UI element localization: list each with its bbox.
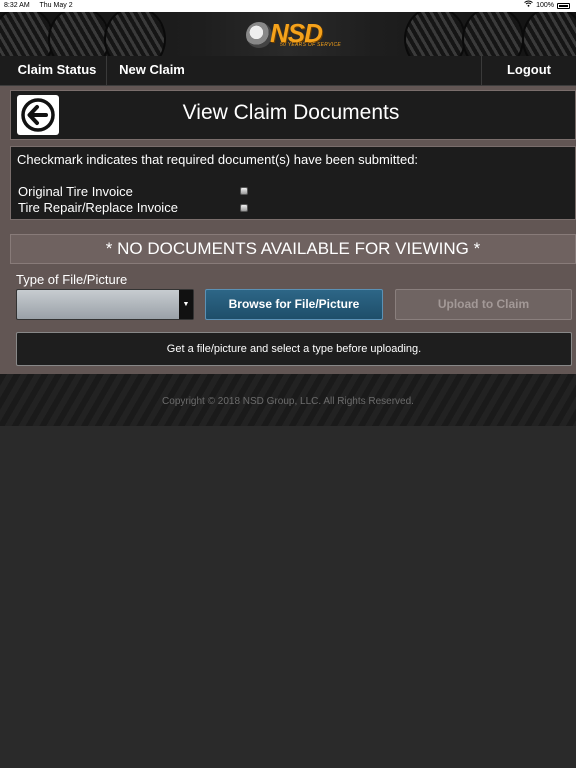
logo-tagline: 50 YEARS OF SERVICE [280, 42, 342, 48]
requirements-heading: Checkmark indicates that required docume… [17, 152, 419, 167]
claim-documents-panel: View Claim Documents Checkmark indicates… [0, 86, 576, 374]
tire-graphic [104, 12, 166, 56]
nav-new-claim[interactable]: New Claim [110, 56, 194, 85]
tire-graphic [404, 12, 466, 56]
top-nav: Claim Status New Claim Logout [0, 56, 576, 86]
status-time: 8:32 AM [4, 2, 30, 9]
nsd-logo: NSD 50 YEARS OF SERVICE [246, 18, 342, 50]
no-documents-banner: * NO DOCUMENTS AVAILABLE FOR VIEWING * [10, 234, 576, 264]
header-banner: NSD 50 YEARS OF SERVICE [0, 12, 576, 56]
browse-file-button[interactable]: Browse for File/Picture [205, 289, 383, 320]
page-title: View Claim Documents [182, 101, 400, 124]
wifi-icon [524, 0, 533, 12]
dropdown-arrow-icon: ▼ [179, 290, 193, 319]
submitted-checkbox [240, 204, 248, 212]
tire-graphic [48, 12, 110, 56]
file-type-label: Type of File/Picture [16, 272, 128, 287]
arrow-left-circle-icon [21, 98, 55, 132]
required-document-label: Tire Repair/Replace Invoice [18, 200, 178, 215]
required-documents-box: Checkmark indicates that required docume… [10, 146, 576, 220]
battery-icon [557, 3, 570, 9]
upload-to-claim-button[interactable]: Upload to Claim [395, 289, 572, 320]
title-bar: View Claim Documents [10, 90, 576, 140]
nav-claim-status[interactable]: Claim Status [8, 56, 106, 85]
file-type-select[interactable]: ▼ [16, 289, 194, 320]
status-bar: 8:32 AM Thu May 2 100% [0, 0, 576, 12]
nav-divider [106, 56, 107, 85]
tire-graphic [462, 12, 524, 56]
tire-graphic [522, 12, 576, 56]
footer: Copyright © 2018 NSD Group, LLC. All Rig… [0, 374, 576, 426]
tire-logo-icon [246, 22, 272, 48]
tire-graphic [0, 12, 54, 56]
copyright-text: Copyright © 2018 NSD Group, LLC. All Rig… [162, 396, 414, 407]
submitted-checkbox [240, 187, 248, 195]
nav-logout[interactable]: Logout [482, 56, 576, 85]
battery-percent: 100% [536, 2, 554, 9]
back-button[interactable] [17, 95, 59, 135]
status-date: Thu May 2 [39, 2, 73, 9]
upload-hint-message: Get a file/picture and select a type bef… [16, 332, 572, 366]
required-document-label: Original Tire Invoice [18, 184, 133, 199]
